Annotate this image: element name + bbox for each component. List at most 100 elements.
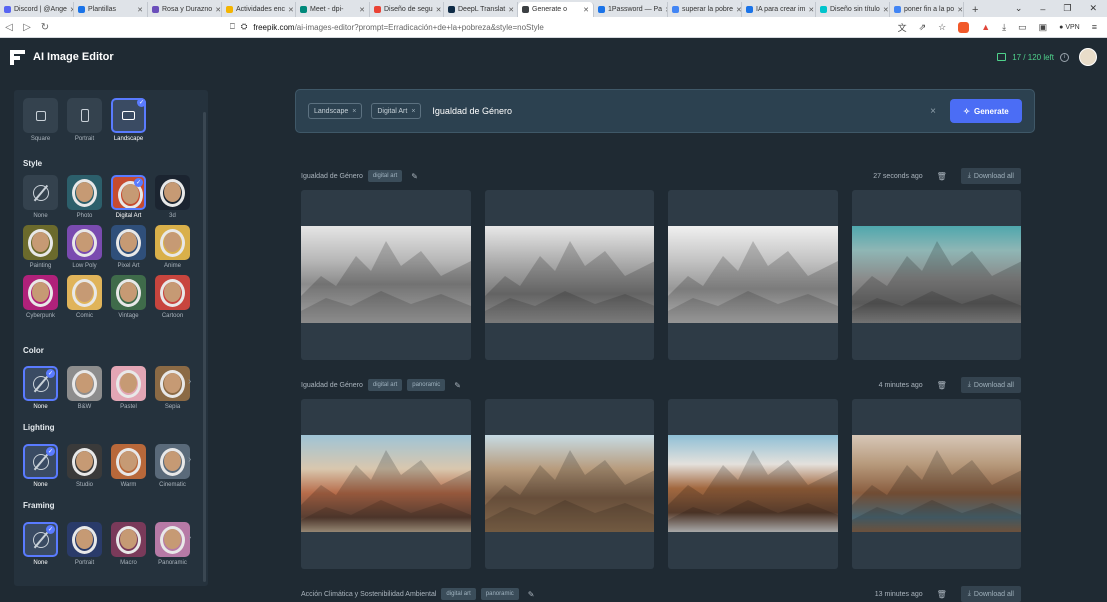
generated-image[interactable] [851,435,1021,532]
tab-close-icon[interactable]: ✕ [436,6,442,14]
generated-image[interactable] [851,226,1021,323]
generated-image[interactable] [484,435,654,532]
ratio-option-portrait[interactable]: Portrait [67,98,102,142]
prompt-chip[interactable]: Digital Art × [371,103,422,119]
option-studio[interactable]: Studio [67,444,102,488]
option-none[interactable]: ✓ None [23,444,58,488]
browser-tab[interactable]: Generate o ✕ [518,2,594,17]
option-anime[interactable]: Anime [155,225,190,269]
browser-tab[interactable]: DeepL Translat ✕ [444,2,518,17]
bookmark-star-icon[interactable]: ☆ [938,22,946,33]
edit-pencil-icon[interactable]: ✎ [454,381,461,390]
generated-image[interactable] [484,226,654,323]
browser-tab[interactable]: Plantillas ✕ [74,2,148,17]
bookmark-icon[interactable]: ⎕ [230,22,235,32]
generated-image[interactable] [301,226,471,323]
forward-icon[interactable]: ▷ [18,22,36,33]
chip-close-icon[interactable]: × [411,108,415,115]
brave-shield-icon[interactable] [958,21,970,33]
option-portrait[interactable]: Portrait [67,522,102,566]
tab-close-icon[interactable]: ✕ [957,6,963,14]
generated-image-card[interactable] [301,399,471,569]
option-comic[interactable]: Comic [67,275,102,319]
option-panoramic[interactable]: Panoramic [155,522,190,566]
info-icon[interactable]: i [1060,52,1069,62]
window-control-button[interactable]: ⌄ [1015,3,1023,14]
window-control-button[interactable]: ✕ [1089,3,1097,14]
generated-image-card[interactable] [668,190,838,360]
browser-tab[interactable]: Rosa y Durazno ✕ [148,2,222,17]
color-more-chevron-icon[interactable]: › [188,376,191,387]
framing-more-chevron-icon[interactable]: › [188,532,191,543]
option-none[interactable]: ✓ None [23,522,58,566]
option-none[interactable]: ✓ None [23,366,58,410]
option-3d[interactable]: 3d [155,175,190,219]
browser-tab[interactable]: Diseño de segu ✕ [370,2,444,17]
tab-close-icon[interactable]: ✕ [808,6,814,14]
brave-rewards-icon[interactable]: ▲ [981,22,990,32]
sidebar-icon[interactable]: ▭ [1018,22,1027,33]
wallet-icon[interactable]: ▣ [1039,22,1048,33]
option-none[interactable]: None [23,175,58,219]
browser-tab[interactable]: Discord | @Ange✕ [0,2,74,17]
prompt-chip[interactable]: Landscape × [308,103,363,119]
edit-pencil-icon[interactable]: ✎ [528,590,535,599]
generated-image-card[interactable] [301,190,471,360]
edit-pencil-icon[interactable]: ✎ [411,172,418,181]
browser-tab[interactable]: Diseño sin título ✕ [816,2,890,17]
option-b-w[interactable]: B&W [67,366,102,410]
download-all-button[interactable]: ⤓ Download all [960,168,1021,184]
user-avatar[interactable] [1079,48,1097,66]
browser-tab[interactable]: 1Password — Pa✕ [594,2,668,17]
generated-image-card[interactable] [484,399,654,569]
browser-tab[interactable]: Meet - dpi- ✕ [296,2,370,17]
generated-image[interactable] [301,435,471,532]
back-icon[interactable]: ◁ [0,22,18,33]
browser-tab[interactable]: IA para crear im ✕ [742,2,816,17]
trash-icon[interactable]: 🗑 [937,172,947,181]
lighting-more-chevron-icon[interactable]: › [188,454,191,465]
generate-button[interactable]: ✧ Generate [950,99,1022,123]
download-icon[interactable]: ⤓ [1002,22,1006,33]
option-digital-art[interactable]: ✓ Digital Art [111,175,146,219]
clear-prompt-icon[interactable]: × [930,106,936,117]
menu-icon[interactable]: ≡ [1092,22,1097,32]
tab-close-icon[interactable]: ✕ [288,6,294,14]
translate-icon[interactable]: 文 [898,21,907,34]
option-photo[interactable]: Photo [67,175,102,219]
option-low-poly[interactable]: Low Poly [67,225,102,269]
share-icon[interactable]: ⇗ [919,22,927,33]
sidebar-scrollbar[interactable] [203,112,206,582]
generated-image-card[interactable] [668,399,838,569]
option-painting[interactable]: Painting [23,225,58,269]
ratio-option-landscape[interactable]: ✓ Landscape [111,98,146,142]
option-cinematic[interactable]: Cinematic [155,444,190,488]
tab-close-icon[interactable]: ✕ [137,6,143,14]
url-field[interactable]: ⎕ ⛭ freepik.com/ai-images-editor?prompt=… [230,22,544,32]
tab-close-icon[interactable]: ✕ [736,6,741,14]
tab-close-icon[interactable]: ✕ [359,6,365,14]
option-sepia[interactable]: Sepia [155,366,190,410]
trash-icon[interactable]: 🗑 [937,381,947,390]
browser-tab[interactable]: superar la pobre ✕ [668,2,742,17]
generated-image-card[interactable] [851,190,1021,360]
option-pixel-art[interactable]: Pixel Art [111,225,146,269]
vpn-button[interactable]: ● VPN [1059,24,1080,31]
download-all-button[interactable]: ⤓ Download all [960,377,1021,393]
option-cyberpunk[interactable]: Cyberpunk [23,275,58,319]
tab-close-icon[interactable]: ✕ [583,6,589,14]
trash-icon[interactable]: 🗑 [937,590,947,599]
chip-close-icon[interactable]: × [352,108,356,115]
window-control-button[interactable]: ❐ [1063,3,1071,14]
new-tab-button[interactable]: + [964,2,986,17]
generated-image[interactable] [668,435,838,532]
freepik-logo[interactable] [10,49,25,65]
window-control-button[interactable]: – [1040,4,1045,14]
option-macro[interactable]: Macro [111,522,146,566]
option-vintage[interactable]: Vintage [111,275,146,319]
tab-close-icon[interactable]: ✕ [508,6,514,14]
reload-icon[interactable]: ↻ [36,22,54,33]
browser-tab[interactable]: poner fin a la po ✕ [890,2,964,17]
option-pastel[interactable]: Pastel [111,366,146,410]
site-info-icon[interactable]: ⛭ [241,22,247,32]
